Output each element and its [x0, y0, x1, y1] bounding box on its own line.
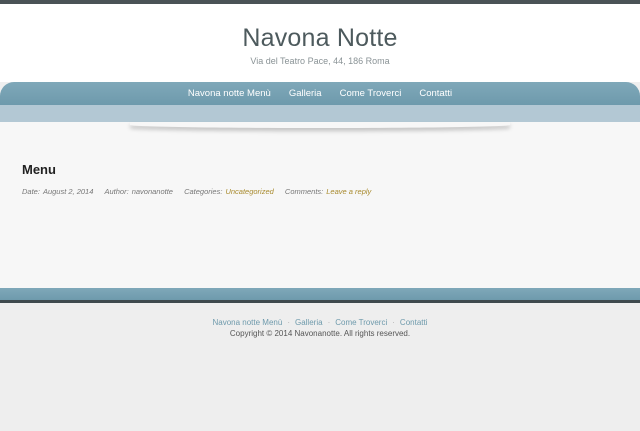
header-shadow [130, 122, 510, 128]
main-navigation: Navona notte Menù Galleria Come Troverci… [0, 82, 640, 105]
footer-bar [0, 288, 640, 300]
site-footer: Navona notte Menù · Galleria · Come Troverci… [0, 303, 640, 431]
categories-label: Categories: [184, 187, 223, 196]
footer-link-galleria[interactable]: Galleria [295, 318, 323, 327]
date-label: Date: [22, 187, 40, 196]
leave-reply-link[interactable]: Leave a reply [326, 187, 371, 196]
site-description: Via del Teatro Pace, 44, 186 Roma [250, 56, 390, 66]
site-title[interactable]: Navona Notte [0, 24, 640, 53]
nav-item-galleria[interactable]: Galleria [289, 88, 322, 99]
site-header: Navona Notte Via del Teatro Pace, 44, 18… [0, 4, 640, 82]
footer-separator: · [392, 318, 395, 327]
post-date: August 2, 2014 [42, 187, 94, 196]
footer-link-menu[interactable]: Navona notte Menù [212, 318, 282, 327]
copyright-text: Copyright © 2014 Navonanotte. All rights… [229, 329, 411, 338]
post-title[interactable]: Menu [22, 162, 56, 177]
nav-item-contatti[interactable]: Contatti [419, 88, 452, 99]
main-content: Menu Date: August 2, 2014 Author: navonano… [0, 122, 640, 288]
post-author: navonanotte [131, 187, 173, 196]
footer-separator: · [327, 318, 331, 327]
footer-link-contatti[interactable]: Contatti [400, 318, 428, 327]
sub-navigation-bar [0, 105, 640, 122]
footer-navigation: Navona notte Menù · Galleria · Come Troverci… [0, 318, 640, 327]
comments-label: Comments: [284, 187, 324, 196]
footer-link-come-troverci[interactable]: Come Troverci [335, 318, 387, 327]
author-label: Author: [104, 187, 129, 196]
nav-item-menu[interactable]: Navona notte Menù [188, 88, 271, 99]
post-meta: Date: August 2, 2014 Author: navonanotte C… [22, 187, 374, 196]
category-link[interactable]: Uncategorized [225, 187, 273, 196]
footer-separator: · [287, 318, 290, 327]
nav-item-come-troverci[interactable]: Come Troverci [340, 88, 402, 99]
